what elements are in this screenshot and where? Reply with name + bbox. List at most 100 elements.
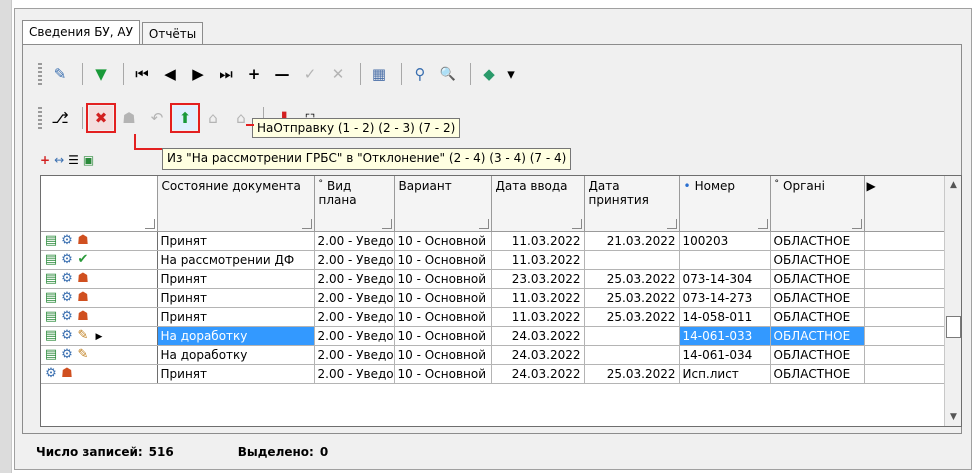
cell-plan[interactable]: 2.00 - Уведом — [314, 307, 395, 327]
cell-plan[interactable]: 2.00 - Уведом — [314, 345, 395, 365]
table-row[interactable]: ▤⚙ ✎ На доработку2.00 - Уведом10 - Основно… — [41, 345, 946, 365]
edit-icon[interactable]: ✎ — [48, 62, 72, 86]
cell-variant[interactable]: 10 - Основной — [394, 326, 492, 346]
add-icon[interactable]: + — [242, 62, 266, 86]
cell-org[interactable]: ОБЛАСТНОЕ — [770, 326, 865, 346]
cell-org[interactable]: ОБЛАСТНОЕ — [770, 269, 865, 289]
column-header-number[interactable]: • Номер — [679, 176, 771, 232]
tree-icon[interactable]: ⎇ — [48, 106, 72, 130]
next-record-icon[interactable]: ▶ — [186, 62, 210, 86]
cell-entry-date[interactable]: 11.03.2022 — [491, 307, 585, 327]
cell-plan[interactable]: 2.00 - Уведом — [314, 288, 395, 308]
table-row[interactable]: ▤⚙ ☗ Принят2.00 - Уведом10 - Основной11.03… — [41, 231, 946, 251]
confirm-icon[interactable]: ✓ — [298, 62, 322, 86]
cell-state[interactable]: Принят — [157, 231, 315, 251]
cell-number[interactable]: 073-14-273 — [679, 288, 771, 308]
cell-state[interactable]: На рассмотрении ДФ — [157, 250, 315, 270]
cell-accept-date[interactable] — [584, 345, 680, 365]
cube-icon[interactable]: ◆ — [477, 62, 501, 86]
home-disabled-icon[interactable]: ⌂ — [229, 106, 253, 130]
cell-entry-date[interactable]: 11.03.2022 — [491, 231, 585, 251]
cell-plan[interactable]: 2.00 - Уведом — [314, 326, 395, 346]
cell-state[interactable]: Принят — [157, 288, 315, 308]
cell-state[interactable]: Принят — [157, 364, 315, 384]
expand-icon[interactable]: ↔ — [54, 153, 64, 167]
cell-plan[interactable]: 2.00 - Уведом — [314, 364, 395, 384]
cell-entry-date[interactable]: 11.03.2022 — [491, 250, 585, 270]
column-header-accept-date[interactable]: Дата принятия — [584, 176, 680, 232]
user-disabled-icon[interactable]: ☗ — [117, 106, 141, 130]
cell-accept-date[interactable] — [584, 250, 680, 270]
toolbar-grip[interactable] — [38, 63, 42, 85]
cell-plan[interactable]: 2.00 - Уведом — [314, 250, 395, 270]
last-record-icon[interactable]: ⏭ — [214, 62, 238, 86]
cell-number[interactable]: 073-14-304 — [679, 269, 771, 289]
table-row[interactable]: ▤⚙ ☗ Принят2.00 - Уведом10 - Основной11.03… — [41, 307, 946, 327]
add-row-icon[interactable]: + — [40, 153, 50, 167]
cell-number[interactable]: 14-058-011 — [679, 307, 771, 327]
cell-number[interactable] — [679, 250, 771, 270]
cell-accept-date[interactable]: 25.03.2022 — [584, 364, 680, 384]
row-status-icons[interactable]: ▤ ⚙ ☗ — [41, 288, 158, 308]
column-header-variant[interactable]: Вариант — [394, 176, 492, 232]
cell-entry-date[interactable]: 11.03.2022 — [491, 288, 585, 308]
cell-entry-date[interactable]: 24.03.2022 — [491, 326, 585, 346]
row-status-icons[interactable]: ▤ ⚙ ✎ ▶ — [41, 326, 158, 346]
cell-state[interactable]: На доработку — [157, 345, 315, 365]
table-row[interactable]: ▤⚙ ✎ ▶ На доработку2.00 - Уведом10 - Основн… — [41, 326, 946, 346]
cell-variant[interactable]: 10 - Основной — [394, 250, 492, 270]
scroll-thumb[interactable] — [946, 316, 961, 338]
cell-org[interactable]: ОБЛАСТНОЕ — [770, 288, 865, 308]
row-status-icons[interactable]: ▤ ⚙ ✔ — [41, 250, 158, 270]
undo-icon[interactable]: ↶ — [145, 106, 169, 130]
column-header-plan-type[interactable]: ° Вид плана — [314, 176, 395, 232]
column-scroll-right-icon[interactable]: ▶ — [867, 179, 876, 193]
cell-variant[interactable]: 10 - Основной — [394, 269, 492, 289]
cell-plan[interactable]: 2.00 - Уведом — [314, 231, 395, 251]
table-row[interactable]: ▤⚙ ✔ На рассмотрении ДФ2.00 - Уведом10 - О… — [41, 250, 946, 270]
row-status-icons[interactable]: ▤ ⚙ ☗ — [41, 307, 158, 327]
tab-budget-info[interactable]: Сведения БУ, АУ — [22, 20, 140, 44]
cell-org[interactable]: ОБЛАСТНОЕ — [770, 250, 865, 270]
cell-org[interactable]: ОБЛАСТНОЕ — [770, 231, 865, 251]
cell-state[interactable]: Принят — [157, 307, 315, 327]
column-scroll-buttons[interactable]: ▶ — [864, 176, 946, 232]
reject-icon[interactable]: ✖ — [86, 103, 116, 133]
column-header-entry-date[interactable]: Дата ввода — [491, 176, 585, 232]
cell-accept-date[interactable]: 25.03.2022 — [584, 288, 680, 308]
cell-variant[interactable]: 10 - Основной — [394, 345, 492, 365]
left-splitter[interactable] — [0, 0, 12, 473]
gem-icon[interactable]: ▼ — [89, 62, 113, 86]
cell-org[interactable]: ОБЛАСТНОЕ — [770, 345, 865, 365]
cell-number[interactable]: 14-061-033 — [679, 326, 771, 346]
export-icon[interactable]: ▣ — [83, 153, 94, 167]
tab-reports[interactable]: Отчёты — [141, 22, 204, 44]
cell-entry-date[interactable]: 23.03.2022 — [491, 269, 585, 289]
cell-entry-date[interactable]: 24.03.2022 — [491, 364, 585, 384]
cell-state[interactable]: Принят — [157, 269, 315, 289]
list-icon[interactable]: ☰ — [68, 153, 79, 167]
filter-icon[interactable]: ⚲ — [408, 62, 432, 86]
cell-entry-date[interactable]: 24.03.2022 — [491, 345, 585, 365]
remove-icon[interactable]: — — [270, 62, 294, 86]
send-icon[interactable]: ⬆ — [170, 103, 200, 133]
cell-number[interactable]: 14-061-034 — [679, 345, 771, 365]
prev-record-icon[interactable]: ◀ — [158, 62, 182, 86]
cell-accept-date[interactable]: 25.03.2022 — [584, 307, 680, 327]
vertical-scrollbar[interactable]: ▲ ▼ — [944, 176, 961, 426]
cell-accept-date[interactable]: 21.03.2022 — [584, 231, 680, 251]
column-header-org[interactable]: ° Органі — [770, 176, 865, 232]
cell-number[interactable]: 100203 — [679, 231, 771, 251]
first-record-icon[interactable]: ⏮ — [130, 62, 154, 86]
cell-org[interactable]: ОБЛАСТНОЕ — [770, 364, 865, 384]
cell-accept-date[interactable]: 25.03.2022 — [584, 269, 680, 289]
table-row[interactable]: ▤⚙ ☗ Принят2.00 - Уведом10 - Основной23.03… — [41, 269, 946, 289]
cancel-icon[interactable]: ✕ — [326, 62, 350, 86]
cell-variant[interactable]: 10 - Основной — [394, 288, 492, 308]
scroll-up-icon[interactable]: ▲ — [945, 180, 961, 190]
home-disabled-icon[interactable]: ⌂ — [201, 106, 225, 130]
scroll-down-icon[interactable]: ▼ — [945, 412, 961, 422]
row-status-icons[interactable]: ▤ ⚙ ☗ — [41, 231, 158, 251]
cell-state[interactable]: На доработку — [157, 326, 315, 346]
row-status-icons[interactable]: ▤ ⚙ ☗ — [41, 269, 158, 289]
